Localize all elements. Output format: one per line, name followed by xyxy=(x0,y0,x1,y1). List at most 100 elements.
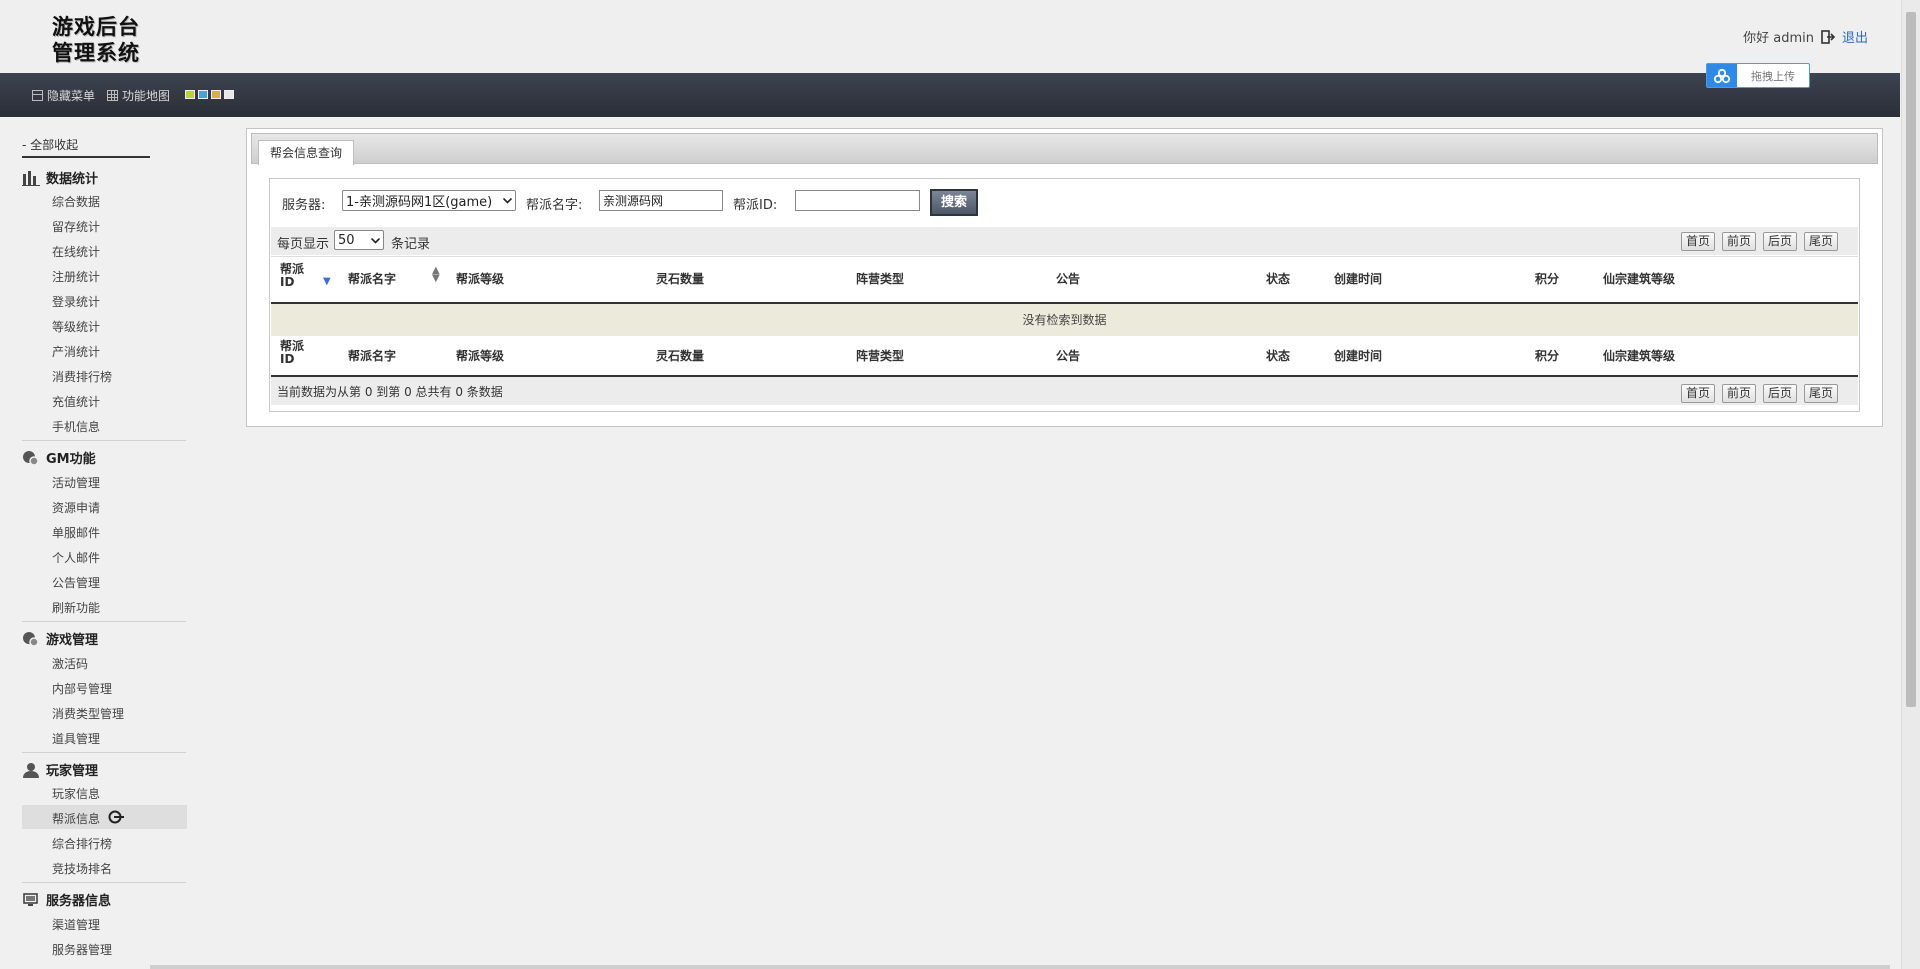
footer-col-status: 状态 xyxy=(1266,349,1291,363)
sidebar-item[interactable]: 手机信息 xyxy=(52,418,100,435)
sidebar-item[interactable]: 综合数据 xyxy=(52,193,100,210)
toolbar: 隐藏菜单 功能地图 xyxy=(0,73,1900,117)
theme-swatch-3[interactable] xyxy=(211,90,221,99)
hide-menu-button[interactable]: 隐藏菜单 xyxy=(32,87,95,104)
footer-col-guild-name: 帮派名字 xyxy=(348,349,397,363)
server-select[interactable]: 1-亲测源码网1区(game) xyxy=(342,190,516,211)
sidebar-item[interactable]: 激活码 xyxy=(52,655,88,672)
active-indicator-icon xyxy=(108,810,125,827)
cloud-icon xyxy=(1707,64,1737,87)
col-header-status[interactable]: 状态 xyxy=(1266,270,1290,287)
sidebar-group-gm[interactable]: GM功能 xyxy=(22,448,96,467)
server-label: 服务器: xyxy=(282,198,326,213)
logout-icon[interactable] xyxy=(1820,29,1836,45)
first-page-button[interactable]: 首页 xyxy=(1681,384,1715,403)
sidebar-item[interactable]: 玩家信息 xyxy=(52,785,100,802)
menu-icon xyxy=(32,90,43,101)
function-map-label: 功能地图 xyxy=(122,89,171,103)
tab-bar: 帮会信息查询 xyxy=(251,133,1878,165)
sidebar-item[interactable]: 公告管理 xyxy=(52,574,100,591)
next-page-button[interactable]: 后页 xyxy=(1763,384,1797,403)
sort-both-icon[interactable]: ▲ ▼ xyxy=(432,266,440,284)
search-button[interactable]: 搜索 xyxy=(930,189,978,216)
col-header-faction[interactable]: 阵营类型 xyxy=(856,270,904,287)
logo-line1: 游戏后台 xyxy=(52,14,140,39)
guild-name-input[interactable]: 亲测源码网 xyxy=(599,190,723,211)
bottom-strip xyxy=(150,965,1890,969)
col-header-building-level[interactable]: 仙宗建筑等级 xyxy=(1603,270,1675,287)
theme-swatch-1[interactable] xyxy=(185,90,195,99)
col-header-created[interactable]: 创建时间 xyxy=(1334,270,1382,287)
sidebar-item[interactable]: 个人邮件 xyxy=(52,549,100,566)
page-scrollbar[interactable] xyxy=(1901,0,1920,969)
top-pagination-bar: 每页显示 50 条记录 首页 前页 后页 尾页 xyxy=(271,227,1858,255)
sidebar-item[interactable]: 注册统计 xyxy=(52,268,100,285)
group-title-label: 服务器信息 xyxy=(46,894,112,909)
sidebar-item[interactable]: 消费排行榜 xyxy=(52,368,112,385)
divider xyxy=(22,882,186,883)
col-header-notice[interactable]: 公告 xyxy=(1056,270,1080,287)
sidebar-group-game[interactable]: 游戏管理 xyxy=(22,629,98,648)
page-size-select[interactable]: 50 xyxy=(334,230,384,250)
next-page-button[interactable]: 后页 xyxy=(1763,232,1797,251)
theme-swatch-2[interactable] xyxy=(198,90,208,99)
page-size-prefix: 每页显示 xyxy=(277,237,330,252)
col-header-guild-level[interactable]: 帮派等级 xyxy=(456,270,504,287)
prev-page-button[interactable]: 前页 xyxy=(1722,384,1756,403)
scrollbar-thumb[interactable] xyxy=(1906,12,1916,707)
game-icon xyxy=(22,631,40,647)
footer-col-faction: 阵营类型 xyxy=(856,349,905,363)
sidebar-item[interactable]: 竞技场排名 xyxy=(52,860,112,877)
sidebar-group-player[interactable]: 玩家管理 xyxy=(22,760,98,779)
col-header-spirit-stones[interactable]: 灵石数量 xyxy=(656,270,704,287)
sidebar-item-active[interactable]: 帮派信息 xyxy=(52,810,125,827)
function-map-button[interactable]: 功能地图 xyxy=(107,87,170,104)
footer-col-guild-id: 帮派ID xyxy=(280,339,305,366)
sidebar-item[interactable]: 留存统计 xyxy=(52,218,100,235)
prev-page-button[interactable]: 前页 xyxy=(1722,232,1756,251)
sidebar-item[interactable]: 单服邮件 xyxy=(52,524,100,541)
collapse-all-link[interactable]: - 全部收起 xyxy=(22,136,150,158)
col-header-guild-id[interactable]: 帮派ID xyxy=(280,263,310,289)
sidebar-item[interactable]: 服务器管理 xyxy=(52,941,112,958)
sidebar-item[interactable]: 道具管理 xyxy=(52,730,100,747)
sidebar-item[interactable]: 刷新功能 xyxy=(52,599,100,616)
group-title-label: 玩家管理 xyxy=(46,764,99,779)
grid-icon xyxy=(107,90,118,101)
sidebar-item[interactable]: 登录统计 xyxy=(52,293,100,310)
last-page-button[interactable]: 尾页 xyxy=(1804,232,1838,251)
col-header-score[interactable]: 积分 xyxy=(1535,270,1559,287)
server-select-value: 1-亲测源码网1区(game) xyxy=(346,195,493,210)
sidebar-item[interactable]: 活动管理 xyxy=(52,474,100,491)
greeting: 你好 admin xyxy=(1743,31,1814,46)
sidebar-item[interactable]: 渠道管理 xyxy=(52,916,100,933)
header: 游戏后台 管理系统 你好 admin 退出 xyxy=(0,0,1900,73)
sort-desc-icon[interactable]: ▼ xyxy=(323,276,331,287)
bottom-pagination-bar: 当前数据为从第 0 到第 0 总共有 0 条数据 首页 前页 后页 尾页 xyxy=(271,377,1858,405)
sidebar-item[interactable]: 综合排行榜 xyxy=(52,835,112,852)
sidebar-group-data-stats[interactable]: 数据统计 xyxy=(22,168,98,187)
sidebar-item[interactable]: 消费类型管理 xyxy=(52,705,124,722)
first-page-button[interactable]: 首页 xyxy=(1681,232,1715,251)
page-size-value: 50 xyxy=(338,232,355,248)
logo: 游戏后台 管理系统 xyxy=(52,14,162,68)
guild-id-input[interactable] xyxy=(795,190,920,211)
sidebar-item[interactable]: 等级统计 xyxy=(52,318,100,335)
sidebar-item[interactable]: 资源申请 xyxy=(52,499,100,516)
server-icon xyxy=(22,892,40,908)
footer-col-notice: 公告 xyxy=(1056,349,1081,363)
footer-col-score: 积分 xyxy=(1535,349,1560,363)
theme-swatch-4[interactable] xyxy=(224,90,234,99)
logout-link[interactable]: 退出 xyxy=(1842,27,1868,46)
drag-upload-widget[interactable]: 拖拽上传 xyxy=(1706,63,1810,88)
tab-guild-info-query[interactable]: 帮会信息查询 xyxy=(258,140,354,165)
sidebar-group-server[interactable]: 服务器信息 xyxy=(22,890,111,909)
sidebar: - 全部收起 数据统计 综合数据 留存统计 在线统计 注册统计 登录统计 等级统… xyxy=(0,118,190,969)
group-title-label: GM功能 xyxy=(46,452,96,467)
col-header-guild-name[interactable]: 帮派名字 xyxy=(348,270,396,287)
sidebar-item[interactable]: 在线统计 xyxy=(52,243,100,260)
sidebar-item[interactable]: 产消统计 xyxy=(52,343,100,360)
sidebar-item[interactable]: 充值统计 xyxy=(52,393,100,410)
last-page-button[interactable]: 尾页 xyxy=(1804,384,1838,403)
sidebar-item[interactable]: 内部号管理 xyxy=(52,680,112,697)
